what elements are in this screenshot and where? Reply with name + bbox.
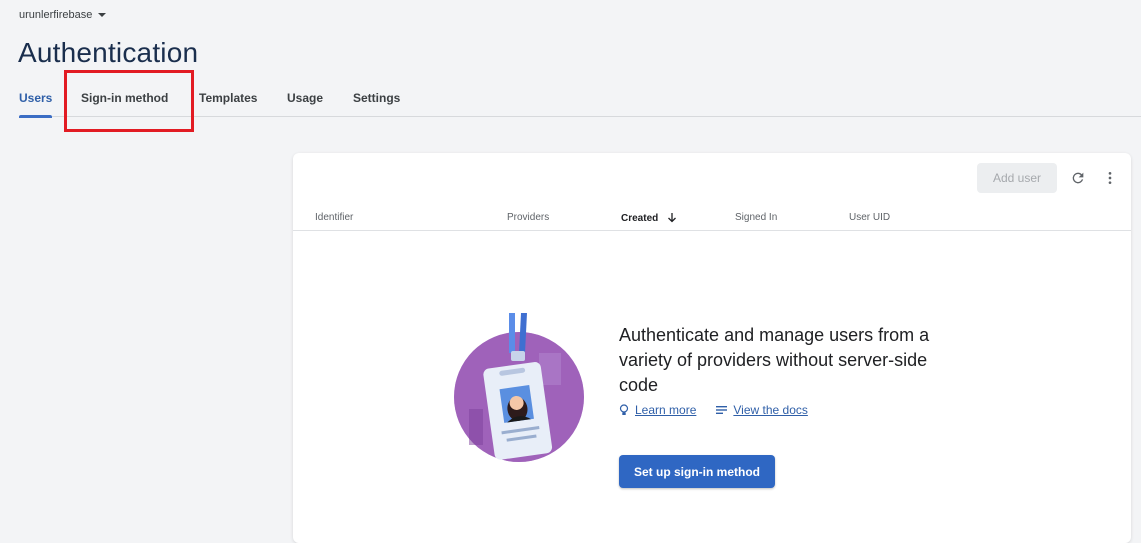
annotation-highlight-box [64,70,194,132]
column-providers: Providers [507,212,550,223]
column-created-label: Created [621,213,659,224]
empty-state-links: Learn more View the docs [619,403,808,417]
learn-more-link[interactable]: Learn more [619,403,696,417]
users-card: Add user Identifier Providers Created Si… [293,153,1131,543]
caret-down-icon [98,13,107,17]
project-name: urunlerfirebase [19,9,93,21]
page-title: Authentication [18,37,199,68]
view-docs-label: View the docs [733,403,808,417]
view-docs-link[interactable]: View the docs [716,403,808,417]
learn-more-label: Learn more [635,403,697,417]
column-user-uid: User UID [849,212,891,223]
card-toolbar: Add user [977,163,1121,193]
tab-templates[interactable]: Templates [199,91,257,117]
column-identifier: Identifier [315,212,354,223]
empty-state-message: Authenticate and manage users from a var… [619,325,930,395]
tab-settings[interactable]: Settings [353,91,400,117]
docs-icon [716,406,728,414]
column-created[interactable]: Created [621,212,677,224]
more-vert-icon[interactable] [1099,166,1121,190]
tab-usage[interactable]: Usage [287,91,323,117]
refresh-icon[interactable] [1067,166,1089,190]
lightbulb-icon [619,404,629,415]
column-signed-in: Signed In [735,212,778,223]
tab-users[interactable]: Users [19,91,53,118]
id-badge-illustration [454,313,584,462]
arrow-down-icon [668,213,676,223]
table-header: Identifier Providers Created Signed In U… [293,203,1131,231]
project-switcher[interactable]: urunlerfirebase [19,9,107,21]
add-user-button[interactable]: Add user [977,163,1057,193]
set-up-sign-in-method-button[interactable]: Set up sign-in method [619,455,775,488]
